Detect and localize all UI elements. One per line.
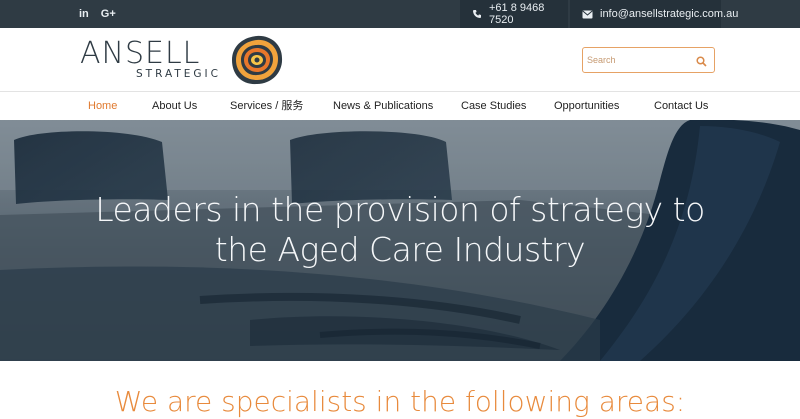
hero-title: Leaders in the provision of strategy to … bbox=[0, 190, 800, 270]
tree-ring-logo-icon bbox=[232, 35, 283, 85]
hero-title-line-2: the Aged Care Industry bbox=[214, 230, 586, 269]
specialists-heading: We are specialists in the following area… bbox=[114, 385, 686, 418]
nav-item-opportunities[interactable]: Opportunities bbox=[554, 92, 619, 120]
logo-wordmark: ANSELL bbox=[80, 36, 201, 71]
google-plus-icon[interactable]: G+ bbox=[101, 8, 116, 20]
envelope-icon bbox=[582, 9, 593, 20]
search-box bbox=[582, 47, 715, 73]
top-bar: in G+ +61 8 9468 7520 info@ansellstrateg… bbox=[0, 0, 800, 28]
nav-item-news-publications[interactable]: News & Publications bbox=[333, 92, 433, 120]
email-address: info@ansellstrategic.com.au bbox=[600, 8, 739, 20]
main-nav: Home About Us Services / 服务 News & Publi… bbox=[0, 91, 800, 120]
search-input[interactable] bbox=[587, 51, 691, 69]
site-header: ANSELL STRATEGIC bbox=[0, 28, 800, 92]
logo-subtitle: STRATEGIC bbox=[136, 68, 221, 80]
nav-item-about-us[interactable]: About Us bbox=[152, 92, 197, 120]
ansell-strategic-logo[interactable]: ANSELL STRATEGIC bbox=[80, 34, 285, 86]
nav-item-case-studies[interactable]: Case Studies bbox=[461, 92, 526, 120]
linkedin-icon[interactable]: in bbox=[79, 8, 89, 20]
phone-number: +61 8 9468 7520 bbox=[489, 2, 545, 26]
phone-contact[interactable]: +61 8 9468 7520 bbox=[460, 0, 568, 28]
social-links: in G+ bbox=[79, 0, 116, 28]
search-icon[interactable] bbox=[696, 54, 708, 67]
email-contact[interactable]: info@ansellstrategic.com.au bbox=[570, 0, 738, 28]
nav-item-home[interactable]: Home bbox=[88, 92, 117, 120]
nav-item-contact-us[interactable]: Contact Us bbox=[654, 92, 708, 120]
phone-icon bbox=[472, 9, 482, 20]
nav-item-services[interactable]: Services / 服务 bbox=[230, 92, 303, 120]
hero-title-line-1: Leaders in the provision of strategy to bbox=[95, 190, 705, 229]
hero-banner: Leaders in the provision of strategy to … bbox=[0, 120, 800, 361]
specialists-section: We are specialists in the following area… bbox=[0, 361, 800, 418]
